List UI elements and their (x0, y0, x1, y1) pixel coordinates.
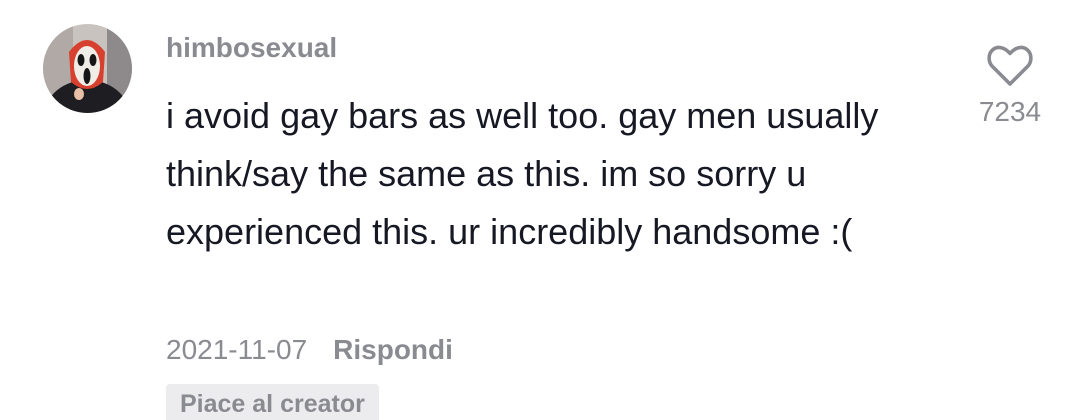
comment-text: i avoid gay bars as well too. gay men us… (166, 95, 879, 252)
username[interactable]: himbosexual (166, 30, 337, 66)
comment-item: himbosexual i avoid gay bars as well too… (0, 0, 1080, 420)
heart-outline-icon[interactable] (986, 44, 1034, 88)
avatar[interactable] (43, 24, 132, 113)
reply-button[interactable]: Rispondi (333, 332, 453, 368)
comment-meta: 2021-11-07 Rispondi (166, 332, 453, 368)
like-control: 7234 (960, 44, 1060, 130)
comment-date: 2021-11-07 (166, 334, 308, 365)
like-count: 7234 (978, 96, 1042, 127)
ghostface-mask-avatar (43, 24, 132, 113)
creator-liked-badge: Piace al creator (166, 384, 379, 420)
